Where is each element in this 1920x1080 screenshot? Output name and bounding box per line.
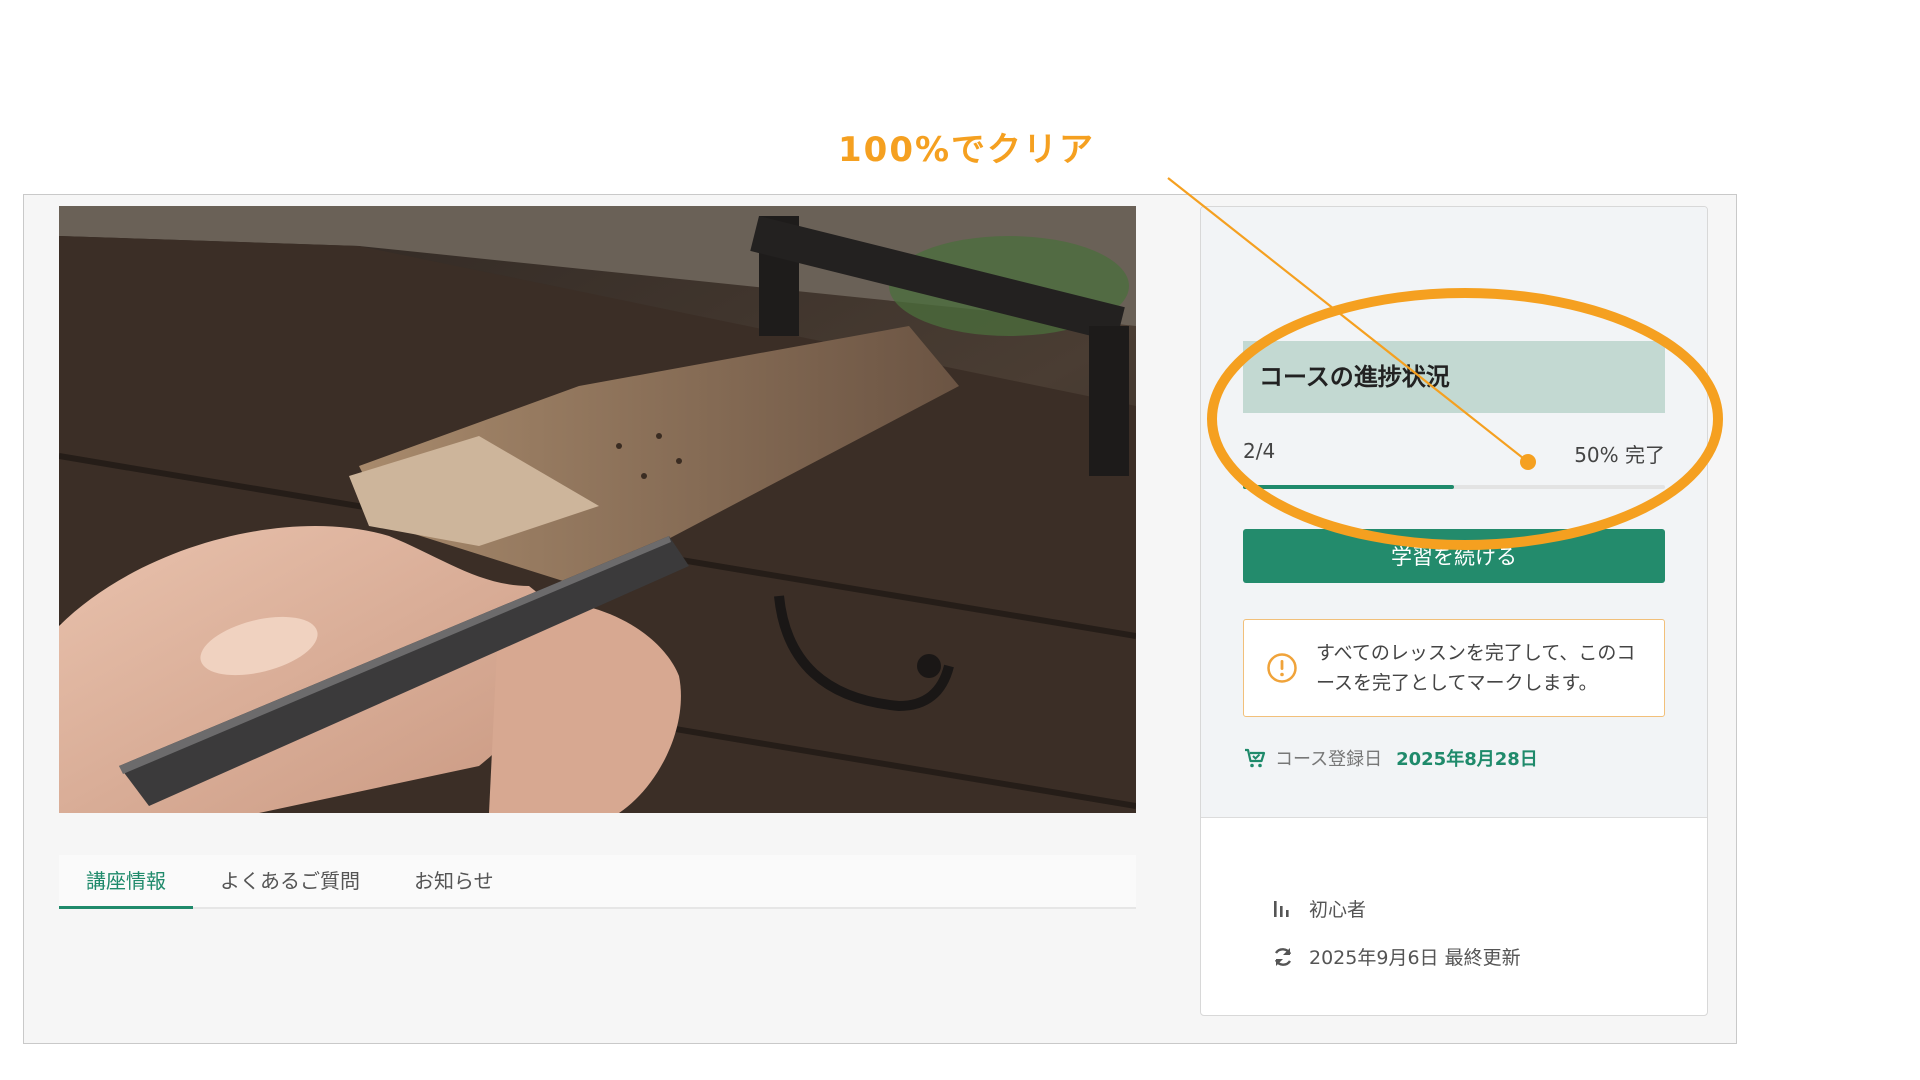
course-level: 初心者 <box>1309 899 1367 921</box>
progress-title: コースの進捗状況 <box>1243 341 1665 413</box>
tab-faq[interactable]: よくあるご質問 <box>193 855 387 907</box>
updated-row: 2025年9月6日 最終更新 <box>1271 943 1521 970</box>
continue-learning-button[interactable]: 学習を続ける <box>1243 529 1665 583</box>
tab-announcements[interactable]: お知らせ <box>387 855 521 907</box>
progress-count: 2/4 <box>1243 439 1276 463</box>
annotation-label: 100%でクリア <box>838 130 1096 170</box>
tab-course-info[interactable]: 講座情報 <box>59 855 193 909</box>
progress-panel: コースの進捗状況 2/4 50% 完了 学習を続ける すべてのレッスンを完了して… <box>1201 207 1707 818</box>
course-tabs: 講座情報 よくあるご質問 お知らせ <box>59 855 1136 909</box>
enroll-date: 2025年8月28日 <box>1396 749 1538 770</box>
notice-text: すべてのレッスンを完了して、このコースを完了としてマークします。 <box>1316 642 1636 694</box>
level-row: 初心者 <box>1271 895 1366 922</box>
cart-icon <box>1245 748 1266 768</box>
completion-notice: すべてのレッスンを完了して、このコースを完了としてマークします。 <box>1243 619 1665 717</box>
course-sidebar: コースの進捗状況 2/4 50% 完了 学習を続ける すべてのレッスンを完了して… <box>1200 206 1708 1016</box>
progress-bar-fill <box>1243 485 1454 489</box>
enroll-label: コース登録日 <box>1275 749 1383 770</box>
warning-circle-icon <box>1267 653 1297 683</box>
progress-percent: 50% 完了 <box>1574 443 1665 467</box>
level-bars-icon <box>1274 900 1289 917</box>
refresh-icon <box>1274 947 1292 966</box>
last-updated: 2025年9月6日 最終更新 <box>1309 947 1521 969</box>
progress-bar <box>1243 485 1665 489</box>
course-hero-image <box>59 206 1136 813</box>
enroll-info: コース登録日 2025年8月28日 <box>1243 745 1538 771</box>
